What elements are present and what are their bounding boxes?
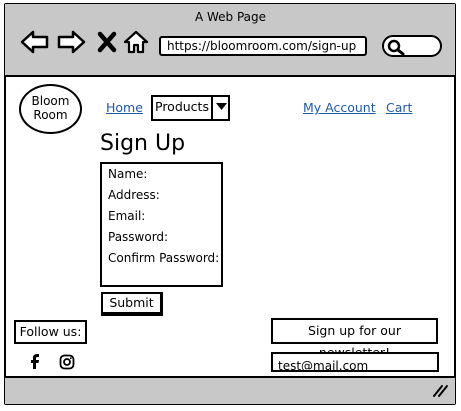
newsletter-email-input[interactable]: test@mail.com bbox=[271, 352, 439, 372]
email-field-label[interactable]: Email: bbox=[108, 209, 145, 223]
follow-us-label: Follow us: bbox=[14, 320, 87, 344]
confirm-password-field-label[interactable]: Confirm Password: bbox=[108, 251, 219, 265]
resize-grip-icon[interactable] bbox=[432, 383, 448, 397]
nav-home-link[interactable]: Home bbox=[106, 100, 143, 115]
search-icon bbox=[387, 39, 405, 55]
logo-line-1: Bloom bbox=[31, 94, 70, 108]
submit-button[interactable]: Submit bbox=[101, 292, 163, 316]
back-arrow-icon[interactable] bbox=[20, 30, 50, 54]
newsletter-label: Sign up for our newsletter! bbox=[271, 318, 438, 360]
forward-arrow-icon[interactable] bbox=[56, 30, 86, 54]
window-title: A Web Page bbox=[194, 10, 267, 24]
nav-account-link[interactable]: My Account bbox=[303, 100, 376, 115]
facebook-icon[interactable] bbox=[29, 353, 41, 370]
address-bar[interactable]: https://bloomroom.com/sign-up bbox=[159, 36, 367, 56]
site-logo[interactable]: Bloom Room bbox=[19, 84, 82, 134]
home-icon[interactable] bbox=[123, 30, 149, 54]
products-dropdown-toggle[interactable] bbox=[211, 95, 230, 121]
browser-search-field[interactable] bbox=[382, 35, 442, 57]
logo-line-2: Room bbox=[33, 108, 68, 122]
products-dropdown-label: Products bbox=[155, 99, 209, 114]
address-field-label[interactable]: Address: bbox=[108, 188, 160, 202]
name-field-label[interactable]: Name: bbox=[108, 167, 147, 181]
browser-status-bar bbox=[5, 376, 455, 404]
instagram-icon[interactable] bbox=[59, 354, 75, 370]
nav-cart-link[interactable]: Cart bbox=[386, 100, 412, 115]
password-field-label[interactable]: Password: bbox=[108, 230, 168, 244]
page-title: Sign Up bbox=[100, 131, 186, 156]
chevron-down-icon bbox=[216, 103, 227, 110]
close-icon[interactable] bbox=[96, 30, 118, 54]
